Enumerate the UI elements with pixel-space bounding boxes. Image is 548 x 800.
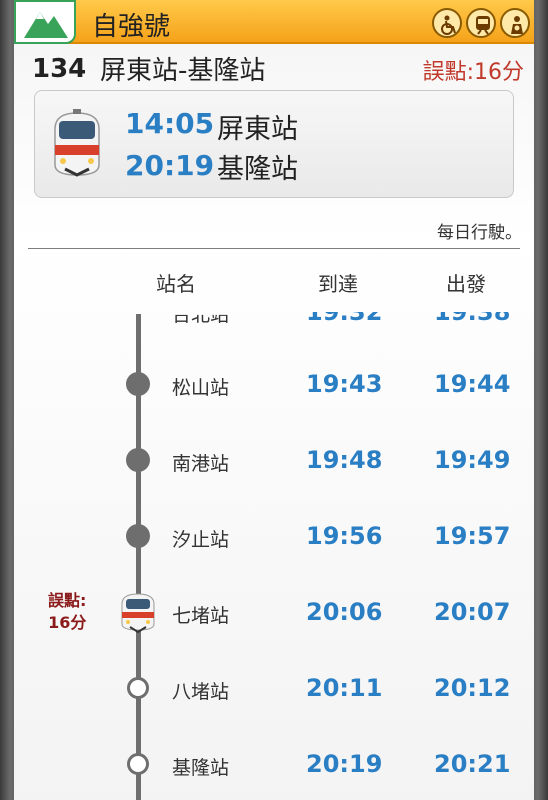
stop-marker-upcoming [127, 677, 149, 699]
delay-status: 誤點:16分 [422, 60, 524, 85]
page-title: 自強號 [92, 12, 171, 42]
stop-depart: 20:12 [434, 674, 511, 702]
arrival-time: 20:19 [125, 149, 215, 182]
departure-time: 14:05 [125, 107, 215, 140]
current-train-icon [118, 590, 158, 638]
stop-depart: 20:21 [434, 750, 511, 778]
stop-arrive: 20:19 [306, 750, 383, 778]
nursing-room-icon[interactable] [500, 8, 530, 38]
departure-station: 屏東站 [217, 114, 298, 145]
journey-summary-card: 14:05 屏東站 20:19 基隆站 [34, 90, 514, 198]
stop-station[interactable]: 汐止站 [172, 525, 229, 552]
train-front-icon[interactable] [466, 8, 496, 38]
stop-marker-passed [126, 524, 150, 548]
stop-marker-upcoming [127, 753, 149, 775]
column-depart: 出發 [446, 272, 486, 296]
stop-marker-passed [126, 448, 150, 472]
stop-station[interactable]: 基隆站 [172, 753, 229, 780]
stop-arrive: 20:11 [306, 674, 383, 702]
stop-arrive: 20:06 [306, 598, 383, 626]
arrival-station: 基隆站 [217, 154, 298, 185]
stop-arrive: 19:48 [306, 446, 383, 474]
service-days-note: 每日行駛。 [437, 223, 522, 243]
current-delay-line2: 16分 [48, 613, 87, 632]
stop-marker-passed [126, 372, 150, 396]
column-station: 站名 [156, 272, 196, 296]
stop-depart: 20:07 [434, 598, 511, 626]
stop-depart: 19:49 [434, 446, 511, 474]
stop-arrive: 19:43 [306, 370, 383, 398]
current-delay-line1: 誤點: [48, 591, 87, 610]
current-delay-label: 誤點: 16分 [48, 590, 86, 634]
stop-station[interactable]: 南港站 [172, 449, 229, 476]
stop-depart: 19:44 [434, 370, 511, 398]
stop-station[interactable]: 八堵站 [172, 677, 229, 704]
divider [28, 248, 520, 249]
column-arrive: 到達 [318, 272, 358, 296]
train-icon [47, 105, 107, 189]
stop-arrive: 19:56 [306, 522, 383, 550]
mountain-logo-icon[interactable] [14, 0, 76, 44]
stop-station[interactable]: 松山站 [172, 373, 229, 400]
stop-depart: 19:57 [434, 522, 511, 550]
train-number: 134 [32, 54, 87, 84]
train-route: 屏東站-基隆站 [100, 56, 266, 86]
stop-station[interactable]: 七堵站 [172, 601, 229, 628]
wheelchair-icon[interactable] [432, 8, 462, 38]
